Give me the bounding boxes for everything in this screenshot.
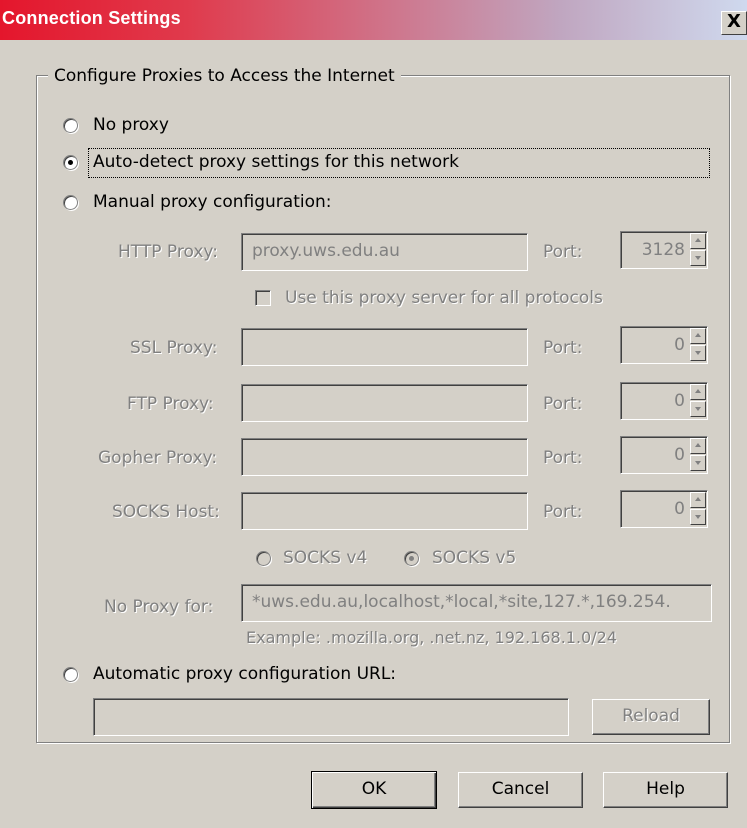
spin-up-icon[interactable] [690,492,706,508]
gopher-proxy-input[interactable] [241,438,528,476]
spin-down-icon[interactable] [690,345,706,361]
ssl-port-label: Port: [543,338,583,358]
spin-down-icon[interactable] [690,455,706,471]
ftp-port-label: Port: [543,394,583,414]
no-proxy-for-value: *uws.edu.au,localhost,*local,*site,127.*… [252,592,671,612]
http-proxy-value: proxy.uws.edu.au [252,241,400,261]
no-proxy-example: Example: .mozilla.org, .net.nz, 192.168.… [246,628,617,647]
socks-host-label: SOCKS Host: [112,502,220,522]
socks-host-input[interactable] [241,492,528,530]
http-proxy-label: HTTP Proxy: [118,242,218,262]
http-port-label: Port: [543,242,583,262]
http-proxy-input[interactable]: proxy.uws.edu.au [241,233,528,271]
auto-proxy-url-radio[interactable] [63,667,78,682]
gopher-proxy-label: Gopher Proxy: [98,448,218,468]
socks-v5-radio[interactable] [404,551,419,566]
http-port-value: 3128 [641,240,685,260]
ok-button[interactable]: OK [311,771,437,809]
auto-proxy-url-input[interactable] [93,698,569,736]
cancel-button[interactable]: Cancel [458,772,583,808]
group-legend: Configure Proxies to Access the Internet [48,66,401,86]
ftp-proxy-input[interactable] [241,384,528,422]
socks-port-value: 0 [674,499,685,519]
spin-up-icon[interactable] [690,438,706,454]
spin-down-icon[interactable] [690,250,706,266]
auto-detect-label[interactable]: Auto-detect proxy settings for this netw… [93,152,459,172]
title-bar: Connection Settings [0,0,747,40]
ftp-port-value: 0 [674,391,685,411]
socks-port-input[interactable]: 0 [620,490,708,528]
socks-v4-radio[interactable] [256,551,271,566]
socks-v5-label[interactable]: SOCKS v5 [432,548,516,568]
no-proxy-radio[interactable] [63,118,78,133]
ftp-port-input[interactable]: 0 [620,382,708,420]
spin-down-icon[interactable] [690,401,706,417]
gopher-port-label: Port: [543,448,583,468]
manual-proxy-label[interactable]: Manual proxy configuration: [93,192,331,212]
reload-button[interactable]: Reload [592,699,710,735]
spin-up-icon[interactable] [690,233,706,249]
ssl-proxy-label: SSL Proxy: [130,338,218,358]
gopher-port-input[interactable]: 0 [620,436,708,474]
auto-proxy-url-label[interactable]: Automatic proxy configuration URL: [93,664,396,684]
socks-port-label: Port: [543,502,583,522]
spin-up-icon[interactable] [690,328,706,344]
share-proxy-label[interactable]: Use this proxy server for all protocols [285,288,603,308]
ftp-proxy-label: FTP Proxy: [127,394,214,414]
no-proxy-for-input[interactable]: *uws.edu.au,localhost,*local,*site,127.*… [241,584,712,622]
share-proxy-checkbox[interactable] [255,290,271,306]
http-port-input[interactable]: 3128 [620,231,708,269]
spin-up-icon[interactable] [690,384,706,400]
gopher-port-value: 0 [674,445,685,465]
ssl-proxy-input[interactable] [241,328,528,366]
close-button[interactable]: X [721,11,747,35]
help-button[interactable]: Help [603,772,728,808]
manual-proxy-radio[interactable] [63,195,78,210]
auto-detect-radio[interactable] [63,155,78,170]
socks-v4-label[interactable]: SOCKS v4 [283,548,367,568]
no-proxy-label[interactable]: No proxy [93,115,169,135]
window-title: Connection Settings [2,8,181,28]
close-icon: X [727,11,741,32]
radio-selected-dot [409,556,414,561]
spin-down-icon[interactable] [690,509,706,525]
no-proxy-for-label: No Proxy for: [104,597,214,617]
ssl-port-input[interactable]: 0 [620,326,708,364]
ssl-port-value: 0 [674,335,685,355]
radio-selected-dot [68,160,73,165]
